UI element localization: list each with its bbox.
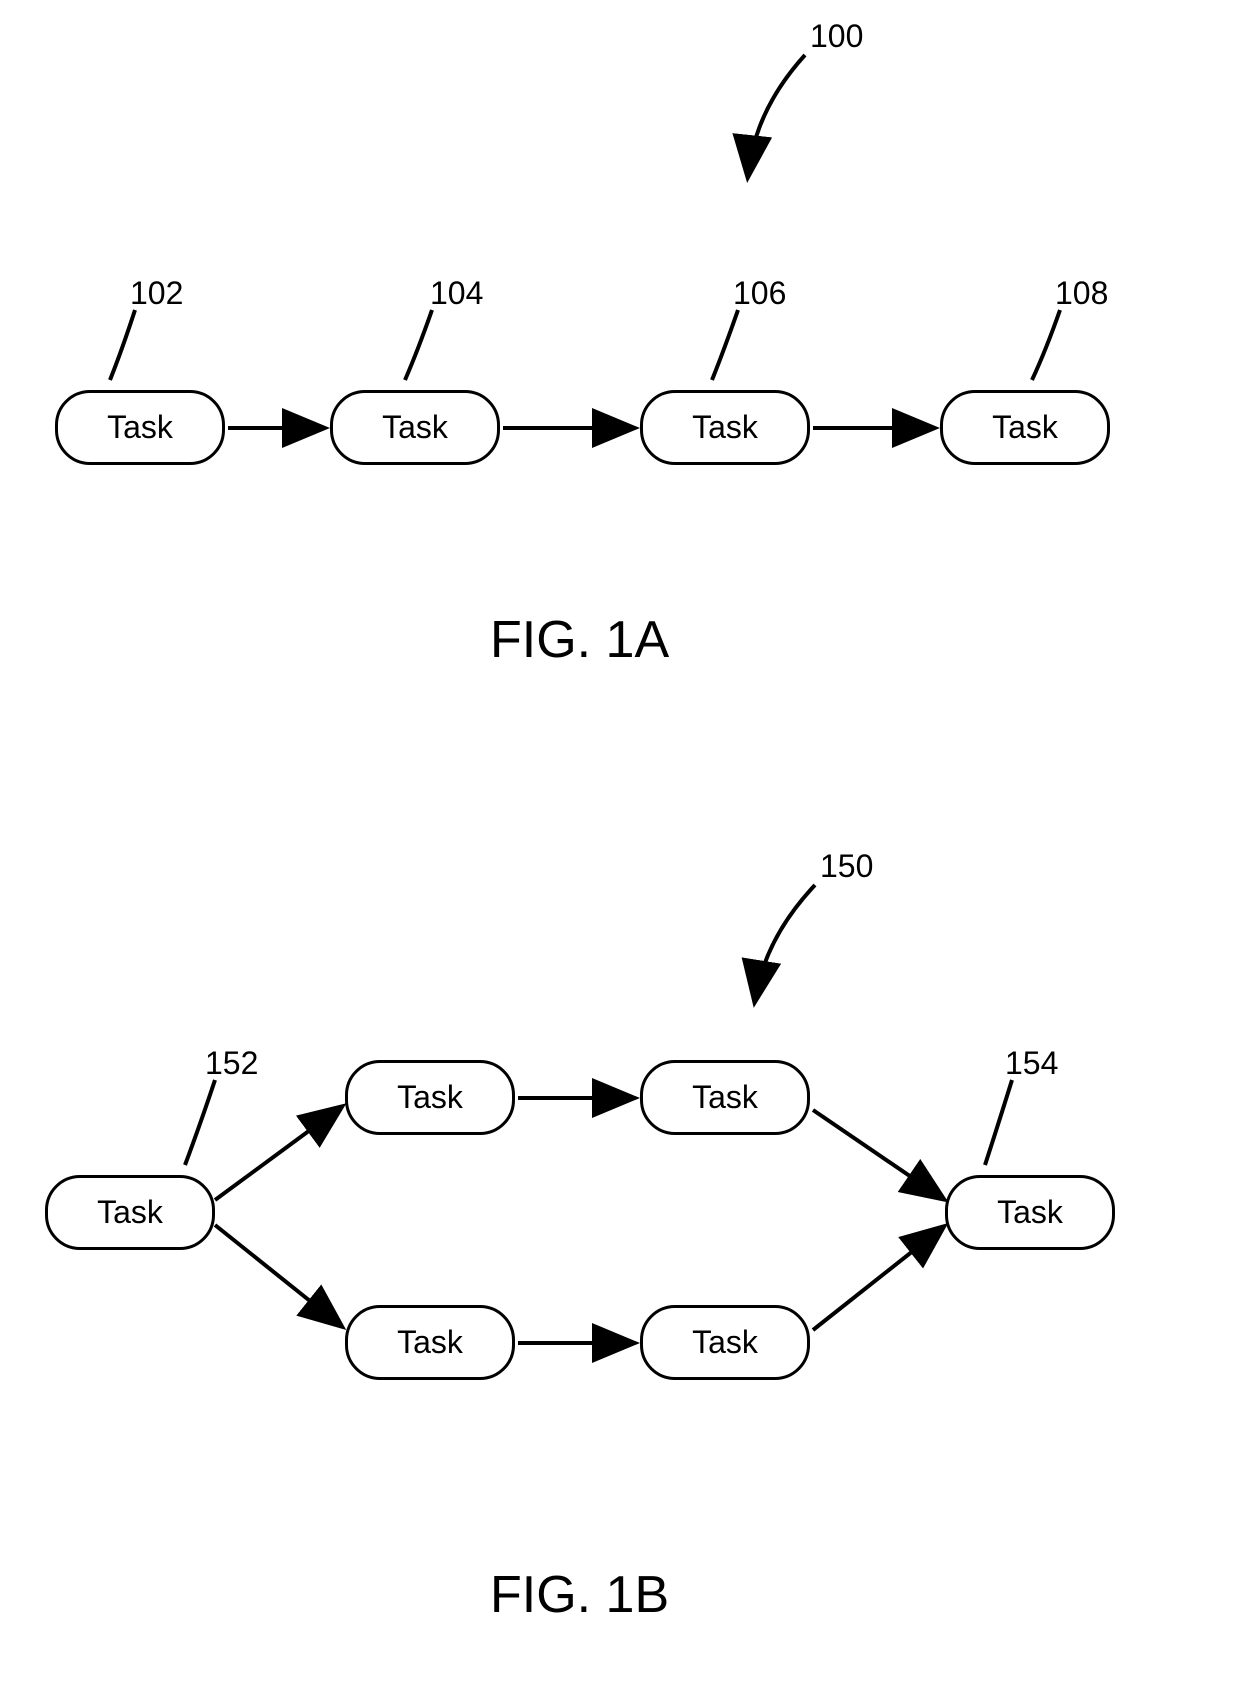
ref-label-108: 108 bbox=[1055, 275, 1108, 312]
task-node-b3: Task bbox=[640, 1060, 810, 1135]
task-label: Task bbox=[397, 1324, 463, 1361]
task-node-b1: Task bbox=[45, 1175, 215, 1250]
task-node-b2: Task bbox=[345, 1060, 515, 1135]
figure-caption-a: FIG. 1A bbox=[490, 610, 669, 670]
task-label: Task bbox=[107, 409, 173, 446]
task-label: Task bbox=[992, 409, 1058, 446]
ref-label-106: 106 bbox=[733, 275, 786, 312]
task-label: Task bbox=[97, 1194, 163, 1231]
task-label: Task bbox=[692, 1324, 758, 1361]
task-node-a2: Task bbox=[330, 390, 500, 465]
task-label: Task bbox=[692, 1079, 758, 1116]
figure-caption-b: FIG. 1B bbox=[490, 1565, 669, 1625]
task-label: Task bbox=[382, 409, 448, 446]
task-node-a1: Task bbox=[55, 390, 225, 465]
ref-label-100: 100 bbox=[810, 18, 863, 55]
diagram-arrows bbox=[0, 0, 1240, 1682]
task-node-b4: Task bbox=[345, 1305, 515, 1380]
ref-label-154: 154 bbox=[1005, 1045, 1058, 1082]
task-node-b6: Task bbox=[945, 1175, 1115, 1250]
ref-label-150: 150 bbox=[820, 848, 873, 885]
ref-label-104: 104 bbox=[430, 275, 483, 312]
task-label: Task bbox=[692, 409, 758, 446]
ref-label-152: 152 bbox=[205, 1045, 258, 1082]
task-node-a4: Task bbox=[940, 390, 1110, 465]
task-label: Task bbox=[397, 1079, 463, 1116]
ref-label-102: 102 bbox=[130, 275, 183, 312]
task-node-a3: Task bbox=[640, 390, 810, 465]
task-label: Task bbox=[997, 1194, 1063, 1231]
task-node-b5: Task bbox=[640, 1305, 810, 1380]
